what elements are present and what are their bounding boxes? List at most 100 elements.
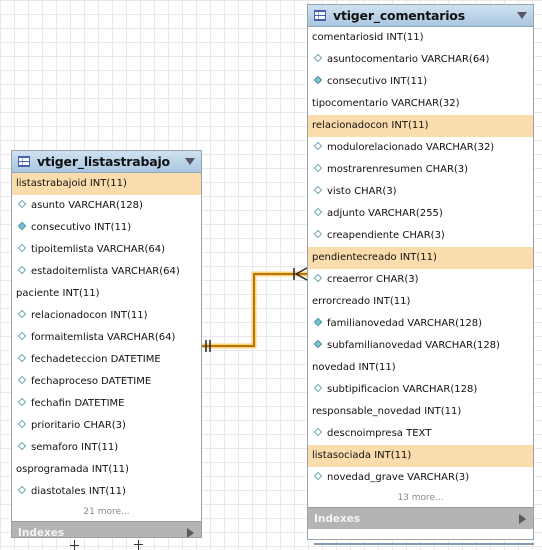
column-label: relacionadocon INT(11) (31, 310, 148, 321)
column-row[interactable]: consecutivo INT(11) (308, 71, 533, 93)
relationship-stub (138, 540, 139, 550)
column-row[interactable]: asunto VARCHAR(128) (12, 195, 201, 217)
table-header[interactable]: vtiger_comentarios (308, 5, 533, 27)
column-label: formaitemlista VARCHAR(64) (31, 332, 176, 343)
column-row[interactable]: adjunto VARCHAR(255) (308, 203, 533, 225)
indexes-label: Indexes (18, 526, 65, 538)
column-row[interactable]: semaforo INT(11) (12, 437, 201, 459)
column-list: listastrabajoid INT(11) asunto VARCHAR(12… (12, 173, 201, 503)
more-columns-link[interactable]: 21 more... (12, 503, 201, 521)
column-row[interactable]: fechaproceso DATETIME (12, 371, 201, 393)
column-diamond-icon (313, 427, 323, 437)
column-row[interactable]: tipoitemlista VARCHAR(64) (12, 239, 201, 261)
column-row[interactable]: creapendiente CHAR(3) (308, 225, 533, 247)
column-label: consecutivo INT(11) (327, 76, 428, 87)
column-diamond-icon (313, 185, 323, 195)
column-diamond-icon (17, 353, 27, 363)
table-header[interactable]: vtiger_listastrabajo (12, 151, 201, 173)
column-row[interactable]: responsable_novedad INT(11) (308, 401, 533, 423)
column-diamond-icon (17, 397, 27, 407)
column-diamond-icon (17, 331, 27, 341)
table-name: vtiger_listastrabajo (37, 154, 170, 169)
column-diamond-icon (17, 243, 27, 253)
column-label: osprogramada INT(11) (16, 464, 129, 475)
indexes-label: Indexes (314, 512, 361, 525)
column-row[interactable]: paciente INT(11) (12, 283, 201, 305)
column-label: subfamilianovedad VARCHAR(128) (327, 340, 500, 351)
column-label: prioritario CHAR(3) (31, 420, 126, 431)
expand-indexes-icon[interactable] (519, 514, 526, 524)
column-row[interactable]: errorcreado INT(11) (308, 291, 533, 313)
column-row[interactable]: asuntocomentario VARCHAR(64) (308, 49, 533, 71)
column-diamond-icon (313, 383, 323, 393)
column-row[interactable]: listastrabajoid INT(11) (12, 173, 201, 195)
nn-diamond-icon (17, 221, 27, 231)
table-vtiger-comentarios[interactable]: vtiger_comentarios comentariosid INT(11)… (307, 4, 534, 540)
column-row[interactable]: estadoitemlista VARCHAR(64) (12, 261, 201, 283)
column-diamond-icon (313, 163, 323, 173)
column-row[interactable]: osprogramada INT(11) (12, 459, 201, 481)
column-diamond-icon (313, 141, 323, 151)
column-row[interactable]: fechafin DATETIME (12, 393, 201, 415)
more-columns-link[interactable]: 13 more... (308, 489, 533, 507)
column-label: creaerror CHAR(3) (327, 274, 419, 285)
column-row[interactable]: creaerror CHAR(3) (308, 269, 533, 291)
column-label: tipoitemlista VARCHAR(64) (31, 244, 166, 255)
column-label: errorcreado INT(11) (312, 296, 411, 307)
column-row[interactable]: mostrarenresumen CHAR(3) (308, 159, 533, 181)
column-row[interactable]: comentariosid INT(11) (308, 27, 533, 49)
indexes-section[interactable]: Indexes (12, 521, 201, 538)
column-row[interactable]: modulorelacionado VARCHAR(32) (308, 137, 533, 159)
column-row[interactable]: novedad_grave VARCHAR(3) (308, 467, 533, 489)
column-diamond-icon (17, 441, 27, 451)
column-label: fechaproceso DATETIME (31, 376, 152, 387)
column-diamond-icon (17, 309, 27, 319)
column-row[interactable]: relacionadocon INT(11) (12, 305, 201, 327)
column-row[interactable]: tipocomentario VARCHAR(32) (308, 93, 533, 115)
column-row[interactable]: visto CHAR(3) (308, 181, 533, 203)
column-label: asuntocomentario VARCHAR(64) (327, 54, 490, 65)
column-label: fechadeteccion DATETIME (31, 354, 161, 365)
column-label: diastotales INT(11) (31, 486, 126, 497)
column-row[interactable]: pendientecreado INT(11) (308, 247, 533, 269)
column-label: novedad_grave VARCHAR(3) (327, 472, 470, 483)
column-diamond-icon (313, 229, 323, 239)
collapse-icon[interactable] (517, 12, 527, 19)
column-label: listastrabajoid INT(11) (16, 178, 127, 189)
expand-indexes-icon[interactable] (187, 528, 194, 537)
column-label: responsable_novedad INT(11) (312, 406, 462, 417)
column-row[interactable]: subtipificacion VARCHAR(128) (308, 379, 533, 401)
column-label: creapendiente CHAR(3) (327, 230, 445, 241)
relationship-stub (134, 544, 143, 545)
column-row[interactable]: descnoimpresa TEXT (308, 423, 533, 445)
nn-diamond-icon (313, 339, 323, 349)
indexes-section[interactable]: Indexes (308, 507, 533, 529)
column-row[interactable]: formaitemlista VARCHAR(64) (12, 327, 201, 349)
column-diamond-icon (17, 485, 27, 495)
column-row[interactable]: familianovedad VARCHAR(128) (308, 313, 533, 335)
column-row[interactable]: novedad INT(11) (308, 357, 533, 379)
column-label: subtipificacion VARCHAR(128) (327, 384, 478, 395)
column-row[interactable]: fechadeteccion DATETIME (12, 349, 201, 371)
column-row[interactable]: relacionadocon INT(11) (308, 115, 533, 137)
column-label: descnoimpresa TEXT (327, 428, 432, 439)
relationship-stub (314, 543, 534, 545)
column-label: listasociada INT(11) (312, 450, 412, 461)
collapse-icon[interactable] (185, 158, 195, 165)
column-label: pendientecreado INT(11) (312, 252, 437, 263)
column-row[interactable]: subfamilianovedad VARCHAR(128) (308, 335, 533, 357)
column-row[interactable]: diastotales INT(11) (12, 481, 201, 503)
column-row[interactable]: listasociada INT(11) (308, 445, 533, 467)
column-diamond-icon (313, 207, 323, 217)
column-label: estadoitemlista VARCHAR(64) (31, 266, 180, 277)
column-row[interactable]: prioritario CHAR(3) (12, 415, 201, 437)
column-label: semaforo INT(11) (31, 442, 119, 453)
column-diamond-icon (313, 53, 323, 63)
column-list: comentariosid INT(11) asuntocomentario VA… (308, 27, 533, 489)
table-vtiger-listastrabajo[interactable]: vtiger_listastrabajo listastrabajoid INT… (11, 150, 202, 538)
column-label: relacionadocon INT(11) (312, 120, 429, 131)
column-label: mostrarenresumen CHAR(3) (327, 164, 469, 175)
column-row[interactable]: consecutivo INT(11) (12, 217, 201, 239)
column-diamond-icon (17, 419, 27, 429)
nn-diamond-icon (313, 75, 323, 85)
